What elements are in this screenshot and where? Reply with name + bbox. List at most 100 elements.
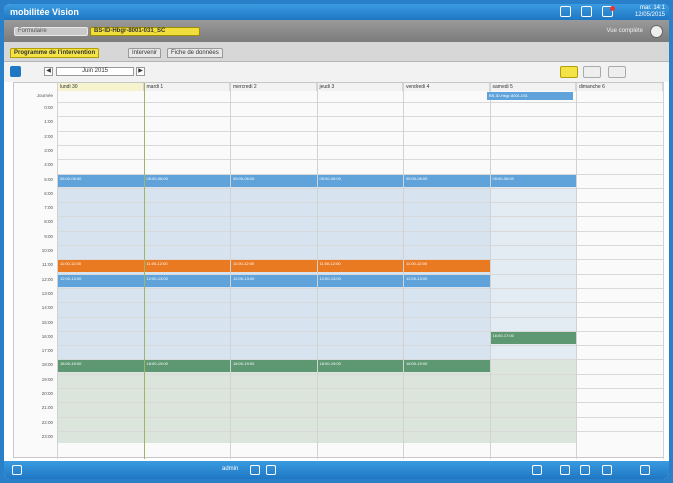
hour-line <box>57 102 664 103</box>
hour-label: 15:00 <box>41 319 53 325</box>
hour-label: 9:00 <box>44 233 53 239</box>
user-menu-icon[interactable] <box>650 25 663 38</box>
calendar-event[interactable]: 05:00-06:00 <box>404 174 490 187</box>
hour-line <box>57 287 664 289</box>
calendar-event[interactable]: 18:00-19:00 <box>144 360 230 373</box>
list-view-icon[interactable] <box>608 66 626 78</box>
calendar-event[interactable]: 05:00-06:00 <box>58 174 144 187</box>
hour-line <box>57 144 664 146</box>
calendar-event[interactable]: 12:00-13:00 <box>231 274 317 287</box>
day-divider <box>576 83 577 459</box>
hour-label: 10:00 <box>41 248 53 253</box>
day-header[interactable]: lundi 30 <box>57 83 144 91</box>
allday-label: Journée <box>36 93 53 98</box>
tab-programme[interactable]: Programme de l'intervention <box>10 48 100 58</box>
month-view-icon[interactable] <box>583 66 601 78</box>
day-header[interactable]: dimanche 6 <box>576 83 663 91</box>
calendar-event[interactable]: 11:00-12:00 <box>404 260 490 273</box>
hour-line <box>57 159 664 161</box>
tab-bar: Programme de l'intervention Intervenir F… <box>4 42 669 62</box>
hour-line <box>57 245 664 246</box>
calendar-event[interactable]: 12:00-13:00 <box>144 274 230 287</box>
prev-button[interactable]: ◀ <box>44 67 53 76</box>
save-icon[interactable] <box>580 465 590 475</box>
hour-label: 3:00 <box>44 147 53 153</box>
calendar-event[interactable]: 05:00-06:00 <box>490 174 576 187</box>
breadcrumb-form[interactable]: Formulaire <box>14 27 88 36</box>
day-header[interactable]: mardi 1 <box>143 83 230 91</box>
next-button[interactable]: ▶ <box>136 67 145 76</box>
window-icon[interactable] <box>581 6 592 17</box>
tab-fiche[interactable]: Fiche de données <box>167 48 223 58</box>
status-bar: admin <box>4 461 669 479</box>
toolbar: Formulaire BS-ID-Hbgr-8001-031_SC Vue co… <box>4 20 669 42</box>
hour-line <box>57 388 664 389</box>
clock-date: 12/05/2015 <box>634 12 665 18</box>
breadcrumb-record[interactable]: BS-ID-Hbgr-8001-031_SC <box>90 27 200 36</box>
settings-icon[interactable] <box>640 465 650 475</box>
list-icon[interactable] <box>266 465 276 475</box>
calendar-event[interactable]: 12:00-13:00 <box>58 274 144 287</box>
hour-line <box>57 230 664 232</box>
hour-line <box>57 187 664 189</box>
hour-line <box>57 130 664 132</box>
day-header[interactable]: vendredi 4 <box>403 83 490 91</box>
app-window: mobilitée Vision mar. 14:1 12/05/2015 Fo… <box>4 4 669 479</box>
hour-label: 4:00 <box>44 162 53 168</box>
day-header[interactable]: mercredi 2 <box>230 83 317 91</box>
hour-line <box>57 430 664 432</box>
day-header[interactable]: jeudi 3 <box>316 83 403 91</box>
today-icon[interactable] <box>10 66 21 77</box>
calendar-event[interactable]: 05:00-06:00 <box>317 174 403 187</box>
notification-icon[interactable] <box>602 6 615 17</box>
calendar-event[interactable]: 11:00-12:00 <box>231 260 317 273</box>
hour-label: 0:00 <box>44 105 53 110</box>
hour-label: 22:00 <box>41 419 53 425</box>
calendar-event[interactable]: 05:00-06:00 <box>144 174 230 187</box>
calendar-event[interactable]: 11:00-12:00 <box>317 260 403 273</box>
hour-label: 23:00 <box>41 433 53 439</box>
calendar-event[interactable]: 12:00-13:00 <box>404 274 490 287</box>
calendar-event[interactable]: 05:00-06:00 <box>231 174 317 187</box>
allday-event[interactable]: BS-ID-Hbgr-8001-031 <box>487 92 573 100</box>
grid-icon[interactable] <box>560 6 571 17</box>
clock: mar. 14:1 12/05/2015 <box>635 5 665 19</box>
hour-line <box>57 316 664 318</box>
hour-line <box>57 216 664 218</box>
hour-label: 2:00 <box>44 133 53 139</box>
hour-label: 7:00 <box>44 205 53 211</box>
calendar-event[interactable]: 11:00-12:00 <box>58 260 144 273</box>
hour-label: 6:00 <box>44 190 53 196</box>
month-selector[interactable]: Juin 2015 <box>56 67 134 76</box>
monitor-icon[interactable] <box>532 465 542 475</box>
calendar-event[interactable]: 16:00-17:00 <box>490 331 576 344</box>
week-calendar: Journée lundi 30 mardi 1 mercredi 2 jeudi 3… <box>13 82 664 459</box>
print-icon[interactable] <box>560 465 570 475</box>
app-title: mobilitée Vision <box>10 7 79 17</box>
back-icon[interactable] <box>12 465 22 475</box>
hour-line <box>57 116 664 118</box>
hour-line <box>57 402 664 404</box>
calendar-event[interactable]: 12:00-13:00 <box>317 274 403 287</box>
hour-label: 21:00 <box>41 405 53 411</box>
hour-label: 13:00 <box>41 290 53 296</box>
calendar-event[interactable]: 18:00-19:00 <box>231 360 317 373</box>
hour-label: 18:00 <box>41 362 53 368</box>
week-view-icon[interactable] <box>560 66 578 78</box>
calendar-icon[interactable] <box>250 465 260 475</box>
view-label[interactable]: Vue complète <box>607 28 643 34</box>
calendar-event[interactable]: 18:00-19:00 <box>317 360 403 373</box>
calendar-event[interactable]: 11:00-12:00 <box>144 260 230 273</box>
calendar-event[interactable]: 18:00-19:00 <box>58 360 144 373</box>
hour-line <box>57 202 664 204</box>
calendar-nav: ◀ Juin 2015 ▶ <box>4 62 669 82</box>
hour-label: 16:00 <box>41 333 53 339</box>
day-header[interactable]: samedi 5 <box>489 83 576 91</box>
hour-label: 17:00 <box>41 348 53 354</box>
calendar-event[interactable]: 18:00-19:00 <box>404 360 490 373</box>
help-icon[interactable] <box>602 465 612 475</box>
hour-label: 11:00 <box>42 262 53 268</box>
hour-line <box>57 416 664 418</box>
tab-intervenir[interactable]: Intervenir <box>128 48 162 58</box>
day-divider <box>489 83 491 459</box>
